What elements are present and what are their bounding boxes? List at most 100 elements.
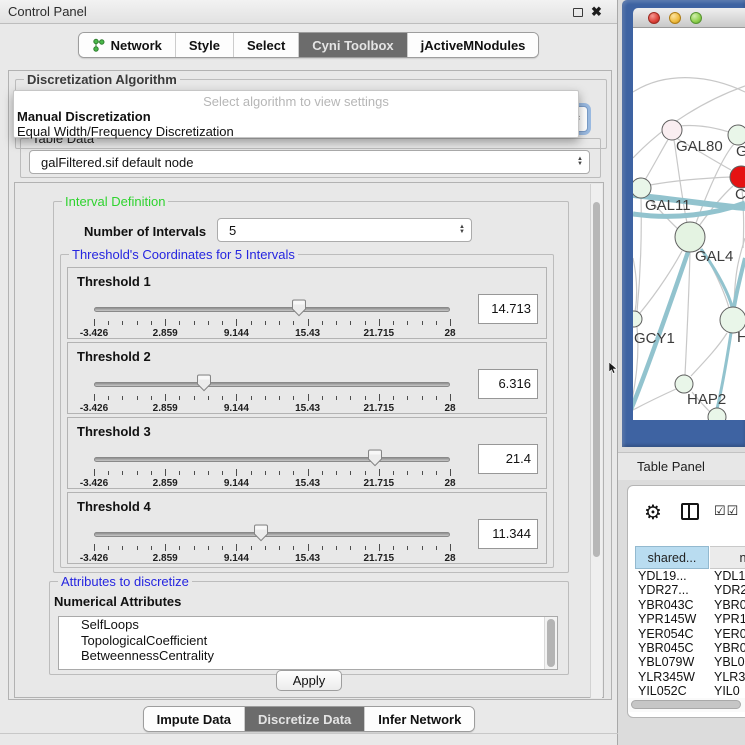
dropdown-option-manual[interactable]: Manual Discretization	[14, 109, 578, 124]
column-header-name[interactable]: na	[710, 546, 745, 569]
dropdown-option-equal-width[interactable]: Equal Width/Frequency Discretization	[14, 124, 578, 139]
tab-network[interactable]: Network	[79, 33, 175, 57]
column-header-shared[interactable]: shared...	[635, 546, 709, 569]
network-node[interactable]	[633, 178, 651, 198]
tick-label: 2.859	[153, 403, 178, 414]
tick-mark	[179, 546, 180, 550]
attribute-list-item[interactable]: BetweennessCentrality	[59, 648, 557, 664]
tick-mark	[322, 546, 323, 550]
slider-track[interactable]	[94, 382, 450, 387]
table-panel: ⚙ ☑☑ shared... na YDL19...YDL1YDR27...YD…	[627, 485, 745, 718]
attribute-list-item[interactable]: TopologicalCoefficient	[59, 633, 557, 649]
tick-mark	[379, 394, 380, 401]
slider-track[interactable]	[94, 307, 450, 312]
table-data-select[interactable]: galFiltered.sif default node ▲▼	[29, 150, 590, 174]
threshold-4-slider[interactable]: -3.4262.8599.14415.4321.71528	[94, 523, 450, 563]
numerical-attributes-list[interactable]: SelfLoopsTopologicalCoefficientBetweenne…	[58, 616, 558, 670]
network-node-label: GAL80	[676, 138, 723, 155]
tab-style[interactable]: Style	[175, 33, 233, 57]
tick-mark	[293, 546, 294, 550]
slider-thumb[interactable]	[253, 524, 269, 542]
tick-mark	[194, 396, 195, 400]
threshold-2-slider[interactable]: -3.4262.8599.14415.4321.71528	[94, 373, 450, 413]
threshold-3-value-field[interactable]: 21.4	[478, 444, 538, 474]
tick-mark	[194, 471, 195, 475]
threshold-3-slider[interactable]: -3.4262.8599.14415.4321.71528	[94, 448, 450, 488]
table-row[interactable]: YLR345WYLR3	[628, 670, 745, 684]
network-canvas[interactable]: GAL80GACGAL11GAL4GCY1HHAP2	[633, 28, 745, 420]
num-intervals-label: Number of Intervals	[84, 224, 206, 239]
table-row[interactable]: YBL079WYBL0	[628, 655, 745, 669]
tick-mark	[265, 471, 266, 475]
cell-shared-name: YBR043C	[638, 598, 694, 612]
scrollbar-thumb[interactable]	[547, 619, 555, 667]
threshold-3-panel: Threshold 3 -3.4262.8599.14415.4321.7152…	[67, 417, 547, 489]
network-node[interactable]	[730, 166, 745, 188]
scrollbar-thumb[interactable]	[593, 202, 600, 557]
network-edge[interactable]	[633, 258, 637, 312]
checkbox-icons[interactable]: ☑☑	[714, 503, 739, 519]
table-row[interactable]: YBR043CYBR0	[628, 598, 745, 612]
tick-mark	[450, 319, 451, 326]
network-edge[interactable]	[679, 125, 729, 132]
tab-cyni-toolbox[interactable]: Cyni Toolbox	[298, 33, 406, 57]
slider-thumb[interactable]	[196, 374, 212, 392]
tick-label: 21.715	[364, 478, 395, 489]
tick-mark	[179, 396, 180, 400]
tick-mark	[137, 471, 138, 475]
num-intervals-select[interactable]: 5 ▲▼	[217, 218, 472, 242]
threshold-4-value-field[interactable]: 11.344	[478, 519, 538, 549]
tick-label: 15.43	[295, 328, 320, 339]
threshold-2-value-field[interactable]: 6.316	[478, 369, 538, 399]
table-row[interactable]: YBR045CYBR0	[628, 641, 745, 655]
scrollbar-thumb[interactable]	[631, 700, 741, 709]
split-column-icon[interactable]	[681, 503, 699, 520]
network-edge[interactable]	[645, 138, 669, 180]
network-node[interactable]	[662, 120, 682, 140]
tab-impute-data[interactable]: Impute Data	[144, 707, 244, 731]
network-node[interactable]	[728, 125, 745, 145]
gear-icon[interactable]: ⚙	[644, 500, 662, 525]
dropdown-prompt: Select algorithm to view settings	[14, 94, 578, 109]
slider-thumb[interactable]	[367, 449, 383, 467]
horizontal-scrollbar[interactable]	[628, 698, 745, 712]
network-node[interactable]	[633, 311, 642, 327]
close-traffic-light[interactable]	[648, 12, 660, 24]
slider-track[interactable]	[94, 532, 450, 537]
tick-mark	[108, 471, 109, 475]
network-edge[interactable]	[633, 78, 745, 92]
threshold-label: Threshold 2	[77, 349, 151, 364]
table-row[interactable]: YIL052CYIL0	[628, 684, 745, 698]
tab-select[interactable]: Select	[233, 33, 298, 57]
table-row[interactable]: YDL19...YDL1	[628, 569, 745, 583]
tick-mark	[422, 546, 423, 550]
table-row[interactable]: YDR27...YDR2	[628, 583, 745, 597]
threshold-1-value-field[interactable]: 14.713	[478, 294, 538, 324]
table-row[interactable]: YER054CYER0	[628, 627, 745, 641]
network-edge[interactable]	[691, 333, 727, 376]
network-view-window: GAL80GACGAL11GAL4GCY1HHAP2	[622, 0, 745, 447]
slider-thumb[interactable]	[291, 299, 307, 317]
tab-infer-network[interactable]: Infer Network	[364, 707, 474, 731]
tab-jactivemnodules[interactable]: jActiveMNodules	[407, 33, 539, 57]
tick-label: 9.144	[224, 403, 249, 414]
table-row[interactable]: YPR145WYPR1	[628, 612, 745, 626]
zoom-traffic-light[interactable]	[690, 12, 702, 24]
cell-name: YPR1	[714, 612, 745, 626]
close-icon[interactable]: ✖	[591, 4, 602, 20]
top-tab-bar: Network Style Select Cyni Toolbox jActiv…	[0, 32, 617, 58]
tab-discretize-data[interactable]: Discretize Data	[244, 707, 364, 731]
slider-track[interactable]	[94, 457, 450, 462]
vertical-scrollbar[interactable]	[590, 184, 602, 698]
minimize-traffic-light[interactable]	[669, 12, 681, 24]
network-edge[interactable]	[650, 177, 731, 185]
network-node[interactable]	[708, 408, 726, 420]
network-edge[interactable]	[685, 252, 690, 375]
attribute-list-item[interactable]: SelfLoops	[59, 617, 557, 633]
apply-button[interactable]: Apply	[276, 670, 342, 691]
threshold-1-slider[interactable]: -3.4262.8599.14415.4321.71528	[94, 298, 450, 338]
float-window-icon[interactable]	[573, 8, 583, 17]
list-scrollbar[interactable]	[544, 617, 557, 669]
settings-scroll-panel: Interval Definition Number of Intervals …	[14, 182, 604, 698]
network-node-label: H	[737, 329, 745, 346]
